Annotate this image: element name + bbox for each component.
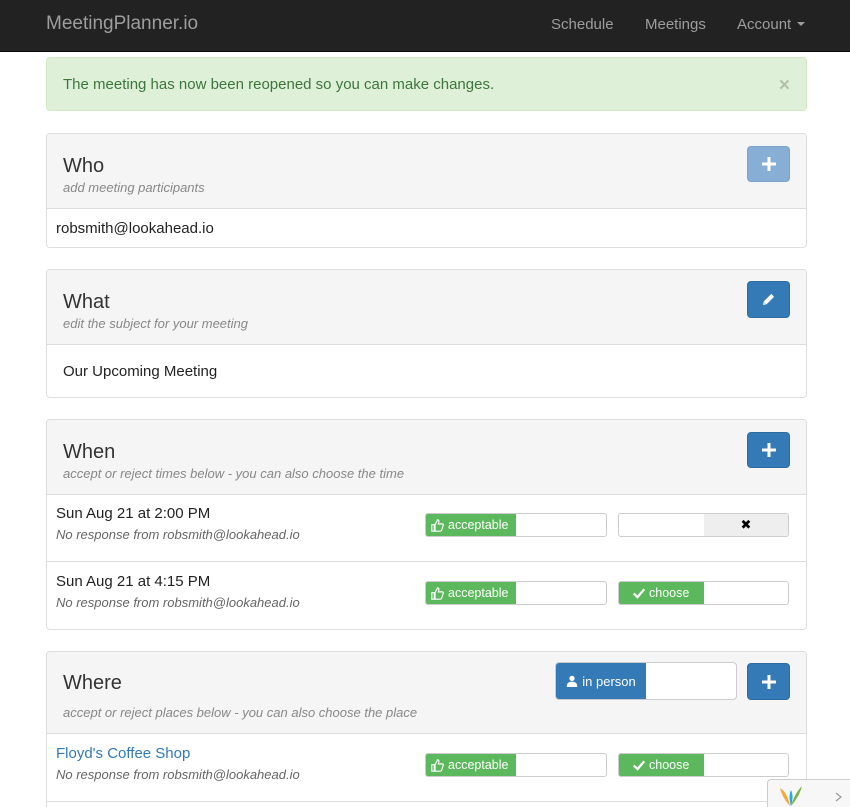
what-panel-heading: What edit the subject for your meeting	[47, 270, 806, 345]
place-1-choose-label: choose	[649, 758, 690, 772]
time-2-choose-label: choose	[649, 586, 690, 600]
time-1-acceptable-label: acceptable	[448, 518, 509, 532]
time-option-2: Sun Aug 21 at 4:15 PM	[56, 573, 211, 590]
check-icon	[633, 588, 645, 599]
success-alert: The meeting has now been reopened so you…	[46, 57, 807, 111]
when-panel-heading: When accept or reject times below - you …	[47, 420, 806, 495]
top-navbar: MeetingPlanner.io Schedule Meetings Acco…	[0, 0, 850, 52]
plus-icon	[761, 674, 776, 689]
place-1-choose-on: choose	[619, 754, 704, 776]
pencil-icon	[762, 293, 775, 306]
what-subtitle: edit the subject for your meeting	[63, 316, 248, 331]
time-2-acceptable-label: acceptable	[448, 586, 509, 600]
add-participant-button[interactable]	[747, 146, 790, 182]
who-panel-heading: Who add meeting participants	[47, 134, 806, 209]
participant-email: robsmith@lookahead.io	[56, 220, 214, 237]
nav-account-label: Account	[737, 16, 792, 33]
who-panel: Who add meeting participants robsmith@lo…	[46, 133, 807, 248]
brand-logo[interactable]: MeetingPlanner.io	[46, 13, 198, 35]
caret-down-icon	[797, 22, 806, 27]
place-1-acceptable-on: acceptable	[426, 754, 516, 776]
chevron-right-icon	[835, 792, 842, 802]
time-1-acceptable-toggle[interactable]: acceptable	[425, 513, 607, 537]
who-title: Who	[63, 155, 105, 177]
time-1-reject-off: ✖	[704, 514, 788, 536]
time-2-acceptable-on: acceptable	[426, 582, 516, 604]
time-option-2-status: No response from robsmith@lookahead.io	[56, 595, 300, 610]
when-title: When	[63, 441, 116, 463]
in-person-label: in person	[582, 673, 636, 689]
edit-subject-button[interactable]	[747, 281, 790, 318]
plus-icon	[761, 157, 776, 171]
yii-logo-icon	[780, 786, 802, 806]
meeting-subject: Our Upcoming Meeting	[63, 363, 218, 380]
debug-toolbar-toggle[interactable]	[767, 779, 850, 807]
place-1-acceptable-label: acceptable	[448, 758, 509, 772]
nav-meetings[interactable]: Meetings	[645, 16, 706, 33]
thumbs-up-icon	[431, 758, 444, 772]
user-icon	[567, 675, 578, 687]
time-option-1: Sun Aug 21 at 2:00 PM	[56, 505, 211, 522]
place-option-1-status: No response from robsmith@lookahead.io	[56, 767, 300, 782]
alert-message: The meeting has now been reopened so you…	[63, 76, 495, 93]
thumbs-up-icon	[431, 518, 444, 532]
thumbs-up-icon	[431, 586, 444, 600]
in-person-toggle[interactable]: in person	[555, 662, 737, 700]
plus-icon	[761, 443, 776, 457]
check-icon	[633, 760, 645, 771]
when-panel: When accept or reject times below - you …	[46, 419, 807, 630]
close-icon[interactable]: ×	[779, 76, 790, 95]
where-subtitle: accept or reject places below - you can …	[63, 705, 418, 720]
time-2-acceptable-toggle[interactable]: acceptable	[425, 581, 607, 605]
place-option-1[interactable]: Floyd's Coffee Shop	[56, 745, 190, 762]
time-1-acceptable-on: acceptable	[426, 514, 516, 536]
place-1-choose-toggle[interactable]: choose	[618, 753, 789, 777]
where-panel-heading: Where accept or reject places below - yo…	[47, 652, 806, 734]
time-2-choose-toggle[interactable]: choose	[618, 581, 789, 605]
row-divider	[47, 561, 806, 562]
time-option-1-status: No response from robsmith@lookahead.io	[56, 527, 300, 542]
what-title: What	[63, 291, 110, 313]
in-person-on: in person	[556, 663, 646, 699]
time-1-choose-toggle[interactable]: ✖	[618, 513, 789, 537]
add-place-button[interactable]	[747, 663, 790, 700]
time-2-choose-on: choose	[619, 582, 704, 604]
row-divider	[47, 801, 806, 802]
what-panel: What edit the subject for your meeting O…	[46, 269, 807, 398]
nav-account[interactable]: Account	[737, 16, 806, 33]
nav-schedule[interactable]: Schedule	[551, 16, 614, 33]
where-panel: Where accept or reject places below - yo…	[46, 651, 807, 807]
who-subtitle: add meeting participants	[63, 180, 205, 195]
where-title: Where	[63, 672, 122, 694]
when-subtitle: accept or reject times below - you can a…	[63, 466, 405, 481]
place-1-acceptable-toggle[interactable]: acceptable	[425, 753, 607, 777]
add-time-button[interactable]	[747, 432, 790, 468]
